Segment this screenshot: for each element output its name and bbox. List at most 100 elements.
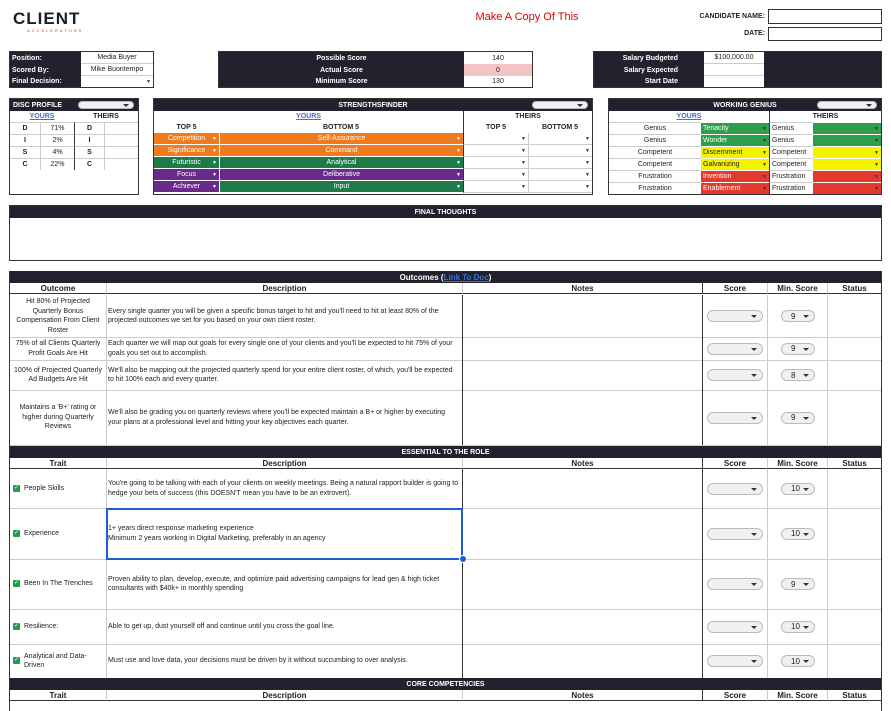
score-select[interactable]	[707, 411, 763, 424]
score-select[interactable]	[707, 342, 763, 355]
score-select[interactable]	[707, 482, 763, 495]
their-bottom-select[interactable]: ▼	[528, 181, 592, 193]
strength-bottom-cell[interactable]: Command ▼	[219, 145, 463, 157]
strength-top-cell[interactable]: Achiever ▼	[154, 181, 219, 193]
their-top-select[interactable]: ▼	[463, 181, 528, 193]
notes-cell[interactable]	[463, 644, 702, 678]
their-bottom-select[interactable]: ▼	[528, 157, 592, 169]
strengths-select[interactable]	[532, 101, 588, 109]
dropdown-arrow-icon: ▼	[874, 173, 879, 180]
disc-select[interactable]	[78, 101, 134, 109]
their-top-select[interactable]: ▼	[463, 133, 528, 145]
description-cell[interactable]: We'll also be mapping out the projected …	[108, 362, 460, 388]
description-cell[interactable]: We'll also be grading you on quarterly r…	[108, 392, 460, 443]
checkbox-checked-icon[interactable]: ✓	[13, 484, 20, 492]
notes-cell[interactable]	[463, 337, 702, 360]
disc-their-value[interactable]	[104, 122, 138, 134]
disc-percent[interactable]: 2%	[40, 134, 74, 146]
checkbox-checked-icon[interactable]: ✓	[13, 657, 20, 664]
disc-percent[interactable]: 71%	[40, 122, 74, 134]
min-score-select[interactable]: 9	[781, 342, 815, 355]
min-score-select[interactable]: 10	[781, 527, 815, 540]
minimum-score-value: 130	[492, 78, 504, 85]
score-select[interactable]	[707, 310, 763, 322]
genius-their-select[interactable]: ▼	[813, 170, 881, 182]
min-score-select[interactable]: 10	[781, 655, 815, 667]
salary-expected-value[interactable]	[704, 64, 764, 76]
genius-value-select[interactable]: Invention ▼	[701, 170, 769, 182]
disc-yours-link[interactable]: YOURS	[10, 111, 74, 122]
description-cell[interactable]: Every single quarter you will be given a…	[108, 297, 460, 335]
genius-value-select[interactable]: Discernment ▼	[701, 146, 769, 158]
selection-handle[interactable]	[459, 555, 467, 563]
disc-percent[interactable]: 4%	[40, 146, 74, 158]
disc-their-value[interactable]	[104, 158, 138, 170]
final-decision-select[interactable]: ▼	[81, 76, 153, 87]
genius-their-select[interactable]: ▼	[813, 122, 881, 134]
disc-their-value[interactable]	[104, 146, 138, 158]
genius-their-select[interactable]: ▼	[813, 158, 881, 170]
score-select[interactable]	[707, 527, 763, 540]
salary-budgeted-value[interactable]: $100,000.00	[704, 52, 764, 64]
their-top-select[interactable]: ▼	[463, 169, 528, 181]
their-bottom-select[interactable]: ▼	[528, 145, 592, 157]
notes-cell[interactable]	[463, 609, 702, 644]
score-select[interactable]	[707, 369, 763, 381]
checkbox-checked-icon[interactable]: ✓	[13, 529, 20, 537]
notes-cell[interactable]	[463, 469, 702, 508]
checkbox-checked-icon[interactable]: ✓	[13, 580, 20, 587]
min-score-select[interactable]: 9	[781, 310, 815, 322]
genius-value-select[interactable]: Enablement ▼	[701, 182, 769, 194]
notes-cell[interactable]	[463, 295, 702, 337]
strength-top-cell[interactable]: Focus ▼	[154, 169, 219, 181]
genius-value-select[interactable]: Galvanizing ▼	[701, 158, 769, 170]
genius-select[interactable]	[817, 101, 877, 109]
description-cell[interactable]: Must use and love data, your decisions m…	[108, 646, 460, 676]
their-top-select[interactable]: ▼	[463, 145, 528, 157]
score-select[interactable]	[707, 620, 763, 633]
min-score-select[interactable]: 10	[781, 482, 815, 495]
min-score-select[interactable]: 10	[781, 620, 815, 633]
genius-value-select[interactable]: Wonder ▼	[701, 134, 769, 146]
their-bottom-select[interactable]: ▼	[528, 133, 592, 145]
link-to-doc[interactable]: Link To Doc	[444, 273, 489, 282]
score-select[interactable]	[707, 655, 763, 667]
notes-cell[interactable]	[463, 360, 702, 390]
description-cell[interactable]: Each quarter we will map out goals for e…	[108, 339, 460, 358]
final-thoughts-input[interactable]	[10, 218, 881, 260]
strength-top-cell[interactable]: Significance ▼	[154, 145, 219, 157]
min-score-select[interactable]: 9	[781, 578, 815, 590]
start-date-value[interactable]	[704, 76, 764, 87]
scored-by-value[interactable]: Mike Buontempo	[81, 64, 153, 76]
candidate-name-input[interactable]	[768, 9, 882, 24]
genius-value-label: Invention	[703, 173, 732, 180]
their-top-select[interactable]: ▼	[463, 157, 528, 169]
date-input[interactable]	[768, 27, 882, 41]
min-score-select[interactable]: 9	[781, 411, 815, 424]
genius-their-select[interactable]: ▼	[813, 146, 881, 158]
disc-their-value[interactable]	[104, 134, 138, 146]
genius-value-select[interactable]: Tenacity ▼	[701, 122, 769, 134]
disc-percent[interactable]: 22%	[40, 158, 74, 170]
description-cell[interactable]: Able to get up, dust yourself off and co…	[108, 611, 460, 642]
notes-cell[interactable]	[463, 390, 702, 445]
genius-their-select[interactable]: ▼	[813, 134, 881, 146]
strength-bottom-cell[interactable]: Analytical ▼	[219, 157, 463, 169]
strength-top-cell[interactable]: Competition ▼	[154, 133, 219, 145]
score-select[interactable]	[707, 578, 763, 590]
description-cell[interactable]: You're going to be talking with each of …	[108, 471, 460, 506]
strength-bottom-cell[interactable]: Deliberative ▼	[219, 169, 463, 181]
description-cell[interactable]: Proven ability to plan, develop, execute…	[108, 561, 460, 607]
strength-bottom-cell[interactable]: Self-Assurance ▼	[219, 133, 463, 145]
notes-cell[interactable]	[463, 508, 702, 559]
strength-top-cell[interactable]: Futuristic ▼	[154, 157, 219, 169]
checkbox-checked-icon[interactable]: ✓	[13, 622, 20, 630]
genius-their-select[interactable]: ▼	[813, 182, 881, 194]
position-value[interactable]: Media Buyer	[81, 52, 153, 64]
genius-yours-link[interactable]: YOURS	[609, 111, 769, 122]
strength-bottom-cell[interactable]: Input ▼	[219, 181, 463, 193]
their-bottom-select[interactable]: ▼	[528, 169, 592, 181]
notes-cell[interactable]	[463, 559, 702, 609]
strengths-yours-link[interactable]: YOURS	[154, 111, 463, 122]
min-score-select[interactable]: 8	[781, 369, 815, 381]
